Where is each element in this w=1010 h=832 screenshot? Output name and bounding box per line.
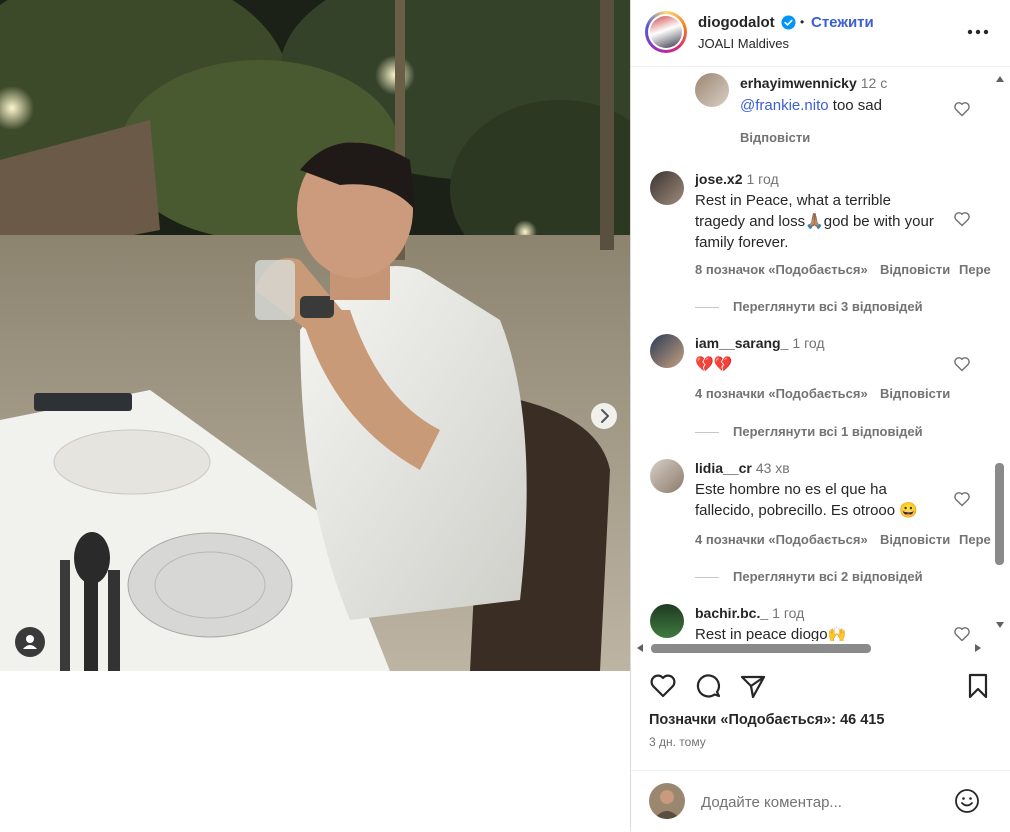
heart-icon[interactable]	[953, 491, 971, 507]
comment-item: bachir.bc._ 1 год Rest in peace diogo🙌	[631, 602, 991, 641]
commenter-avatar[interactable]	[650, 171, 684, 205]
comment-text: too sad	[828, 97, 882, 114]
photo-footer-blank	[0, 671, 631, 831]
user-tag-icon	[23, 635, 37, 649]
comment-time[interactable]: 1 год	[772, 605, 804, 621]
heart-icon[interactable]	[953, 211, 971, 227]
comment-item: iam__sarang_ 1 год 💔💔 4 позначки «Подобає…	[631, 332, 991, 447]
comments-vertical-scrollbar[interactable]	[992, 67, 1008, 641]
heart-icon[interactable]	[953, 626, 971, 641]
heart-icon[interactable]	[649, 672, 677, 700]
comment-text: 💔💔	[695, 356, 733, 373]
commenter-username[interactable]: jose.x2	[695, 171, 742, 187]
chevron-right-icon	[601, 409, 609, 423]
view-replies-label: Переглянути всі 1 відповідей	[733, 424, 923, 439]
comment-time[interactable]: 43 хв	[756, 460, 790, 476]
commenter-username[interactable]: iam__sarang_	[695, 335, 788, 351]
view-replies-button[interactable]: Переглянути всі 2 відповідей	[695, 569, 923, 584]
heart-icon[interactable]	[953, 356, 971, 372]
post-location[interactable]: JOALI Maldives	[698, 36, 789, 51]
view-replies-button[interactable]: Переглянути всі 3 відповідей	[695, 299, 923, 314]
comments-horizontal-scrollbar[interactable]	[631, 641, 992, 657]
scroll-up-arrow[interactable]	[996, 76, 1004, 82]
reply-button[interactable]: Відповісти	[880, 386, 950, 401]
comment-likes[interactable]: 4 позначки «Подобається»	[695, 532, 868, 547]
view-replies-label: Переглянути всі 2 відповідей	[733, 569, 923, 584]
comment-likes[interactable]: 4 позначки «Подобається»	[695, 386, 868, 401]
follow-button[interactable]: Стежити	[811, 14, 874, 31]
more-options-icon[interactable]	[966, 24, 990, 40]
next-photo-button[interactable]	[591, 403, 617, 429]
emoji-icon[interactable]	[954, 788, 980, 814]
add-comment-bar	[631, 770, 1010, 832]
more-comment-action[interactable]: Пере	[959, 262, 991, 277]
author-username[interactable]: diogodalot	[698, 14, 775, 31]
comment-text: Rest in Peace, what a terrible tragedy a…	[695, 192, 934, 251]
commenter-avatar[interactable]	[650, 334, 684, 368]
post-actions	[631, 660, 1010, 710]
comment-item: jose.x2 1 год Rest in Peace, what a terri…	[631, 167, 991, 317]
comment-input[interactable]	[699, 789, 933, 815]
comment-time[interactable]: 12 с	[861, 75, 887, 91]
post-photo-image	[0, 0, 630, 671]
heart-icon[interactable]	[953, 101, 971, 117]
reply-button[interactable]: Відповісти	[740, 130, 810, 145]
scroll-right-arrow[interactable]	[975, 644, 981, 652]
commenter-avatar[interactable]	[695, 73, 729, 107]
post-side-panel: diogodalot • Стежити JOALI Maldives erha…	[630, 0, 1010, 831]
scroll-thumb[interactable]	[651, 644, 871, 653]
view-replies-button[interactable]: Переглянути всі 1 відповідей	[695, 424, 923, 439]
likes-count[interactable]: Позначки «Подобається»: 46 415	[649, 712, 884, 728]
post-photo[interactable]	[0, 0, 630, 671]
commenter-username[interactable]: erhayimwennicky	[740, 75, 857, 91]
comment-text: Este hombre no es el que ha fallecido, p…	[695, 481, 918, 519]
reply-button[interactable]: Відповісти	[880, 532, 950, 547]
comments-list[interactable]: erhayimwennicky 12 с @frankie.nito too sa…	[631, 67, 991, 641]
verified-badge-icon	[781, 15, 796, 30]
commenter-username[interactable]: bachir.bc._	[695, 605, 768, 621]
avatar	[649, 783, 685, 819]
comment-time[interactable]: 1 год	[746, 171, 778, 187]
share-icon[interactable]	[739, 672, 767, 700]
comment-likes[interactable]: 8 позначок «Подобається»	[695, 262, 868, 277]
commenter-username[interactable]: lidia__cr	[695, 460, 752, 476]
comment-icon[interactable]	[694, 672, 722, 700]
bookmark-icon[interactable]	[964, 672, 992, 700]
more-comment-action[interactable]: Пере	[959, 532, 991, 547]
post-date[interactable]: 3 дн. тому	[649, 735, 706, 749]
commenter-avatar[interactable]	[650, 604, 684, 638]
commenter-avatar[interactable]	[650, 459, 684, 493]
comment-item: lidia__cr 43 хв Este hombre no es el que …	[631, 457, 991, 587]
author-avatar[interactable]	[645, 11, 687, 53]
scroll-thumb[interactable]	[995, 463, 1004, 565]
comment-item: erhayimwennicky 12 с @frankie.nito too sa…	[631, 71, 991, 151]
reply-button[interactable]: Відповісти	[880, 262, 950, 277]
view-replies-label: Переглянути всі 3 відповідей	[733, 299, 923, 314]
post-header: diogodalot • Стежити JOALI Maldives	[631, 0, 1010, 67]
user-tag-button[interactable]	[15, 627, 45, 657]
scroll-left-arrow[interactable]	[637, 644, 643, 652]
comment-time[interactable]: 1 год	[792, 335, 824, 351]
separator-dot: •	[800, 15, 805, 29]
scroll-down-arrow[interactable]	[996, 622, 1004, 628]
comment-mention[interactable]: @frankie.nito	[740, 97, 829, 114]
comment-text: Rest in peace diogo🙌	[695, 626, 847, 641]
